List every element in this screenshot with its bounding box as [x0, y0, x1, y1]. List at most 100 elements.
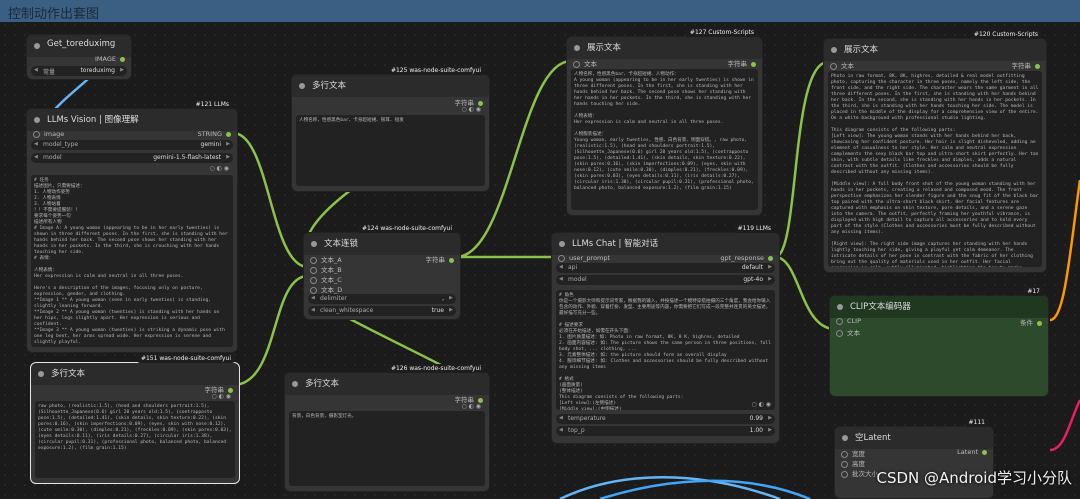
collapse-dot-icon[interactable] [299, 83, 305, 89]
node-controls[interactable]: ○ ◐ ◉ [751, 401, 771, 408]
wire-bottom-1 [559, 476, 781, 499]
input-text[interactable]: 文本 [573, 58, 597, 68]
collapse-dot-icon[interactable] [292, 381, 298, 387]
model-widget[interactable]: model gemini-1.5-flash-latest [31, 153, 233, 163]
input-text-d[interactable]: 文本_D [310, 284, 342, 294]
node-title: LLMs Vision | 图像理解 [47, 115, 139, 125]
widget-label: model [568, 276, 587, 283]
input-text-b[interactable]: 文本_B [310, 264, 342, 274]
wire-latent [1049, 399, 1080, 452]
wire-chat-to-show120 [774, 60, 829, 259]
wire-clip-out [1049, 179, 1080, 322]
input-clip[interactable]: CLIP [836, 317, 861, 325]
output-latent[interactable]: Latent [957, 448, 987, 456]
widget-value: gemini [200, 141, 221, 148]
node-badge: #120 Custom-Scripts [969, 30, 1042, 39]
widget-value: gemini-1.5-flash-latest [153, 154, 221, 161]
input-batch-size[interactable]: 批次大小 [841, 468, 878, 478]
node-controls[interactable]: ○ ◐ ◉ [209, 165, 229, 172]
node-controls[interactable]: ○ ◐ ◉ [461, 106, 481, 113]
node-title: LLMs Chat | 智能对话 [572, 239, 659, 249]
node-badge: #124 was-node-suite-comfyui [357, 224, 456, 233]
text-concat-node[interactable]: #124 was-node-suite-comfyui 文本连锁 文本_A 文本… [303, 224, 461, 320]
temperature-widget[interactable]: temperature 0.99 [556, 414, 775, 424]
clip-text-encode-node[interactable]: #17 CLIP文本编码器 CLIP 文本 条件 [829, 287, 1049, 397]
empty-latent-node[interactable]: #111 空Latent 宽度 高度 批次大小 Latent [834, 418, 994, 499]
wire-mt151-to-concat-c [232, 274, 309, 387]
input-height[interactable]: 高度 [841, 458, 865, 468]
collapse-dot-icon[interactable] [311, 241, 317, 247]
node-controls[interactable]: ○ ◐ ◉ [461, 403, 481, 410]
output-conditioning[interactable]: 条件 [1020, 317, 1042, 327]
llms-vision-node[interactable]: #121 LLMs LLMs Vision | 图像理解 image STRIN… [26, 100, 238, 353]
display-textarea[interactable]: 人物名称，性感黑色bar、卡身超短裙、人物动作： A young woman (… [571, 69, 758, 210]
multiline-text-node-151[interactable]: #151 was-node-suite-comfyui 多行文本 字符串 ○ ◐… [30, 354, 240, 484]
input-user-prompt[interactable]: user_prompt [558, 254, 610, 262]
node-controls[interactable]: ○ ◐ ◉ [211, 393, 231, 400]
widget-value: 0.99 [749, 415, 763, 422]
output-string[interactable]: 字符串 [1012, 60, 1041, 70]
node-badge: #127 Custom-Scripts [685, 28, 758, 37]
output-string[interactable]: STRING [198, 130, 231, 138]
delimiter-widget[interactable]: delimiter, [308, 294, 456, 304]
collapse-dot-icon[interactable] [34, 43, 40, 49]
input-text-c[interactable]: 文本_C [310, 274, 342, 284]
clean-whitespace-widget[interactable]: clean_whitespace true [308, 306, 456, 316]
text-input[interactable]: raw photo, (realistic:1.5), (head and sh… [35, 401, 235, 478]
widget-label: clean_whitespace [320, 307, 374, 314]
show-text-node-127[interactable]: #127 Custom-Scripts 展示文本 文本 字符串 人物名称，性感黑… [566, 28, 763, 216]
response-textarea[interactable]: # 任务 描述图片，只需要描述： 1. 人物动作姿势 2. 人物表情 3. 人物… [31, 175, 233, 347]
input-text[interactable]: 文本 [830, 60, 854, 70]
model-type-widget[interactable]: model_type gemini [31, 140, 233, 150]
text-input[interactable]: 背景，白色背景，摄影室灯光， [289, 411, 485, 486]
collapse-dot-icon[interactable] [559, 241, 565, 247]
widget-label: temperature [568, 415, 606, 422]
get-node[interactable]: Get_toreduximg IMAGE 常量 toreduximg [26, 34, 132, 80]
widget-value: default [741, 264, 763, 271]
widget-value: gpt-4o [743, 276, 763, 283]
widget-label: 常量 [43, 69, 56, 76]
watermark: CSDN @Android学习小分队 [876, 469, 1072, 487]
input-text-a[interactable]: 文本_A [310, 254, 342, 264]
collapse-dot-icon[interactable] [842, 435, 848, 441]
api-widget[interactable]: api default [556, 263, 775, 273]
display-textarea[interactable]: Photo in raw format, 8K, 8K, highres, de… [828, 71, 1042, 267]
node-title: 展示文本 [587, 43, 622, 53]
node-title: 文本连锁 [324, 239, 359, 249]
output-string[interactable]: 字符串 [728, 58, 757, 68]
output-string[interactable]: 字符串 [426, 254, 455, 264]
node-title: 展示文本 [844, 45, 879, 55]
node-badge: #126 was-node-suite-comfyui [386, 364, 485, 373]
widget-label: api [568, 264, 578, 271]
input-image[interactable]: image [33, 130, 64, 138]
input-text[interactable]: 文本 [836, 327, 860, 337]
node-title: CLIP文本编码器 [850, 302, 911, 312]
input-width[interactable]: 宽度 [841, 448, 865, 458]
node-badge: #125 was-node-suite-comfyui [386, 66, 485, 75]
output-image[interactable]: IMAGE [95, 55, 125, 63]
collapse-dot-icon[interactable] [574, 45, 580, 51]
collapse-dot-icon[interactable] [837, 304, 843, 310]
node-badge: #121 LLMs [191, 100, 233, 109]
node-title: Get_toreduximg [47, 39, 116, 49]
node-title: 空Latent [855, 433, 891, 443]
show-text-node-120[interactable]: #120 Custom-Scripts 展示文本 文本 字符串 Photo in… [823, 30, 1047, 273]
model-widget[interactable]: model gpt-4o [556, 275, 775, 285]
system-prompt-textarea[interactable]: # 角色 你是一个摄影大师和提示词专家，根据我的输入，并按描述一个模特穿搭拍摄的… [556, 290, 775, 410]
multiline-text-node-126[interactable]: #126 was-node-suite-comfyui 多行文本 字符串 ○ ◐… [284, 364, 490, 492]
widget-label: model [43, 154, 62, 161]
collapse-dot-icon[interactable] [831, 47, 837, 53]
node-title: 多行文本 [305, 379, 340, 389]
node-badge: #111 [964, 418, 989, 427]
wire-bottom-2 [599, 479, 811, 499]
llms-chat-node[interactable]: #119 LLMs LLMs Chat | 智能对话 user_prompt g… [551, 224, 780, 444]
widget-value: 1.00 [749, 427, 763, 434]
constant-widget[interactable]: 常量 toreduximg [31, 66, 127, 76]
output-gpt-response[interactable]: gpt_response [720, 254, 773, 262]
top-p-widget[interactable]: top_p 1.00 [556, 426, 775, 436]
multiline-text-node-125[interactable]: #125 was-node-suite-comfyui 多行文本 字符串 ○ ◐… [291, 66, 490, 192]
text-input[interactable]: 人物名称，性感黑色bar、卡身超短裙、银耳、短发 [296, 115, 485, 186]
node-title: 多行文本 [312, 81, 347, 91]
collapse-dot-icon[interactable] [38, 371, 44, 377]
collapse-dot-icon[interactable] [34, 117, 40, 123]
